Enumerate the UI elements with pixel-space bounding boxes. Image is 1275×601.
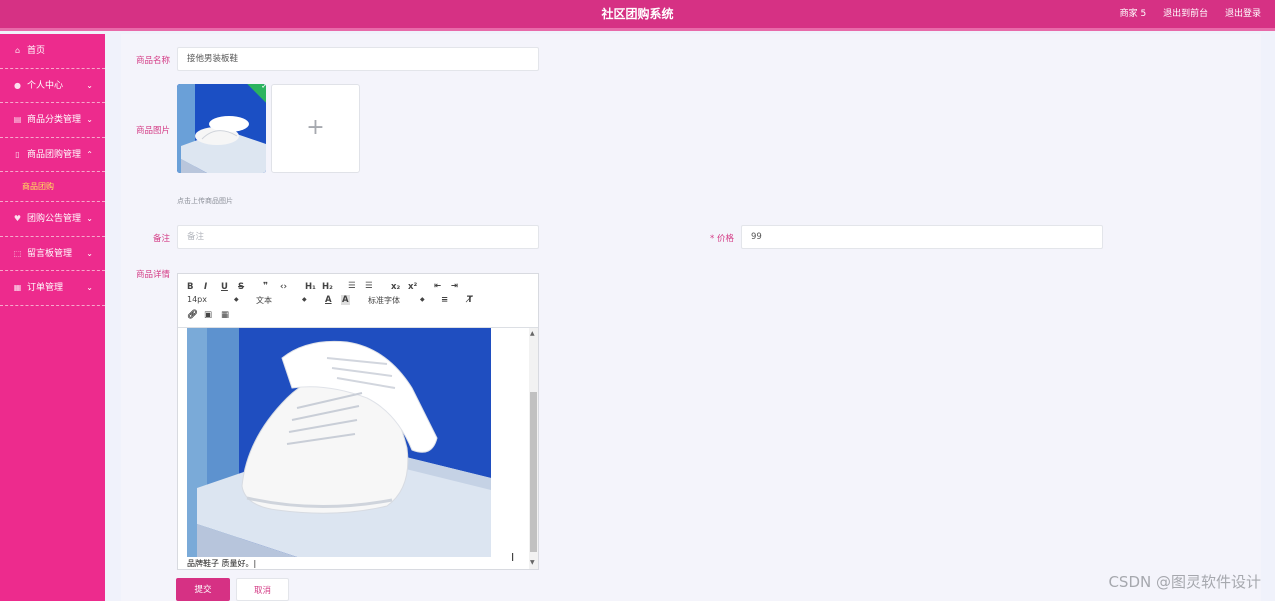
strike-icon[interactable]: S bbox=[238, 282, 244, 292]
font-size-value: 14px bbox=[187, 295, 207, 304]
shoe-thumb-image bbox=[177, 84, 266, 173]
block-type-select[interactable]: 文本 ◆ bbox=[256, 295, 310, 306]
sidebar-item-home[interactable]: ⌂ 首页 bbox=[0, 34, 105, 69]
sidebar-item-label: 团购公告管理 bbox=[27, 214, 82, 224]
italic-icon[interactable]: I bbox=[204, 282, 207, 292]
sidebar-item-order[interactable]: ▦ 订单管理 ⌄ bbox=[0, 271, 105, 306]
link-icon[interactable]: 🔗︎ bbox=[187, 310, 198, 320]
sidebar-item-goods[interactable]: ▯ 商品团购管理 ⌃ bbox=[0, 138, 105, 172]
editor-scrollbar[interactable]: ▲ ▼ bbox=[529, 328, 538, 569]
submit-button[interactable]: 提交 bbox=[176, 578, 230, 601]
cancel-button[interactable]: 取消 bbox=[236, 578, 289, 601]
editor-content[interactable]: 品牌鞋子 质量好。| I bbox=[178, 328, 530, 569]
sidebar-item-label: 个人中心 bbox=[27, 80, 64, 91]
editor-toolbar: B I U S ❞ ‹› H₁ H₂ ☰ ☰ x₂ x² ⇤ ⇥ 14px ◆ 文… bbox=[178, 274, 538, 328]
sidebar-item-category[interactable]: ▤ 商品分类管理 ⌄ bbox=[0, 103, 105, 138]
header-links: 商家 5 退出到前台 退出登录 bbox=[1106, 0, 1261, 29]
bold-icon[interactable]: B bbox=[187, 282, 193, 292]
clear-format-icon[interactable]: T̸ bbox=[467, 295, 473, 305]
blockquote-icon[interactable]: ❞ bbox=[263, 281, 268, 291]
front-link[interactable]: 退出到前台 bbox=[1163, 9, 1208, 19]
subscript-icon[interactable]: x₂ bbox=[391, 282, 400, 292]
chevron-down-icon: ⌄ bbox=[86, 115, 93, 124]
upload-button[interactable]: + bbox=[271, 84, 360, 173]
chevron-down-icon: ⌄ bbox=[86, 283, 93, 292]
scroll-up-icon[interactable]: ▲ bbox=[530, 330, 535, 337]
video-icon[interactable]: ▦ bbox=[221, 310, 229, 320]
product-image-thumb[interactable]: ✓ bbox=[177, 84, 266, 173]
user-icon: ● bbox=[14, 80, 21, 90]
image-icon[interactable]: ▣ bbox=[204, 310, 212, 320]
top-header: 社区团购系统 商家 5 退出到前台 退出登录 bbox=[0, 0, 1275, 31]
app-title: 社区团购系统 bbox=[601, 7, 674, 21]
sidebar-item-label: 商品团购管理 bbox=[27, 149, 82, 160]
remark-label: 备注 bbox=[152, 234, 170, 244]
outdent-icon[interactable]: ⇤ bbox=[434, 281, 441, 291]
font-size-select[interactable]: 14px ◆ bbox=[187, 295, 241, 304]
home-icon: ⌂ bbox=[14, 46, 21, 55]
watermark: CSDN @图灵软件设计 bbox=[1108, 573, 1261, 591]
chevron-down-icon: ⌄ bbox=[86, 248, 93, 258]
notice-icon: ♥ bbox=[13, 214, 22, 223]
price-input[interactable]: 99 bbox=[741, 225, 1103, 249]
image-label: 商品图片 bbox=[135, 126, 170, 136]
order-icon: ▦ bbox=[13, 283, 22, 292]
header2-icon[interactable]: H₂ bbox=[322, 282, 333, 292]
select-arrow-icon: ◆ bbox=[420, 296, 425, 303]
font-color-icon[interactable]: A bbox=[325, 295, 332, 305]
sidebar-item-label: 商品分类管理 bbox=[27, 115, 82, 125]
chevron-down-icon: ⌄ bbox=[86, 80, 93, 90]
font-family-value: 标准字体 bbox=[368, 296, 400, 305]
underline-icon[interactable]: U bbox=[221, 282, 228, 292]
indent-icon[interactable]: ⇥ bbox=[451, 281, 458, 291]
plus-icon: + bbox=[306, 115, 325, 140]
remark-input[interactable]: 备注 bbox=[177, 225, 539, 249]
code-icon[interactable]: ‹› bbox=[280, 282, 287, 292]
select-arrow-icon: ◆ bbox=[234, 296, 239, 303]
block-type-value: 文本 bbox=[256, 296, 272, 305]
bullet-list-icon[interactable]: ☰ bbox=[365, 281, 373, 291]
background-color-icon[interactable]: A bbox=[341, 295, 350, 305]
select-arrow-icon: ◆ bbox=[302, 296, 307, 303]
chevron-down-icon: ⌄ bbox=[86, 214, 93, 223]
text-cursor-icon: I bbox=[511, 551, 515, 564]
name-input[interactable]: 接他男装板鞋 bbox=[177, 47, 539, 71]
sidebar-item-label: 订单管理 bbox=[27, 283, 64, 293]
scroll-down-icon[interactable]: ▼ bbox=[530, 559, 535, 566]
sidebar-item-profile[interactable]: ● 个人中心 ⌄ bbox=[0, 69, 105, 103]
logout-link[interactable]: 退出登录 bbox=[1225, 9, 1261, 19]
align-icon[interactable]: ≡ bbox=[441, 295, 448, 305]
goods-icon: ▯ bbox=[15, 149, 20, 159]
price-label: * 价格 bbox=[710, 234, 734, 244]
message-icon: ⬚ bbox=[13, 248, 22, 258]
check-icon: ✓ bbox=[260, 84, 266, 91]
font-family-select[interactable]: 标准字体 ◆ bbox=[368, 295, 428, 306]
user-name: 商家 5 bbox=[1119, 9, 1147, 19]
scrollbar-thumb[interactable] bbox=[530, 392, 537, 552]
chevron-up-icon: ⌃ bbox=[86, 149, 93, 159]
shoe-detail-image bbox=[187, 328, 491, 557]
sidebar-item-label: 商品团购 bbox=[22, 182, 54, 191]
rich-text-editor[interactable]: B I U S ❞ ‹› H₁ H₂ ☰ ☰ x₂ x² ⇤ ⇥ 14px ◆ 文… bbox=[177, 273, 539, 570]
sidebar-item-message[interactable]: ⬚ 留言板管理 ⌄ bbox=[0, 237, 105, 271]
upload-hint: 点击上传商品图片 bbox=[177, 197, 233, 205]
sidebar-subitem-groupbuy[interactable]: 商品团购 bbox=[0, 172, 105, 202]
name-label: 商品名称 bbox=[135, 56, 170, 66]
sidebar-item-notice[interactable]: ♥ 团购公告管理 ⌄ bbox=[0, 202, 105, 237]
header1-icon[interactable]: H₁ bbox=[305, 282, 316, 292]
sidebar-item-label: 首页 bbox=[27, 46, 46, 56]
editor-text: 品牌鞋子 质量好。| bbox=[187, 559, 257, 568]
category-icon: ▤ bbox=[13, 115, 22, 124]
sidebar-item-label: 留言板管理 bbox=[27, 248, 73, 259]
ordered-list-icon[interactable]: ☰ bbox=[348, 281, 356, 291]
superscript-icon[interactable]: x² bbox=[408, 282, 417, 292]
detail-label: 商品详情 bbox=[135, 270, 170, 280]
sidebar: ⌂ 首页 ● 个人中心 ⌄ ▤ 商品分类管理 ⌄ ▯ 商品团购管理 ⌃ 商品团购 ♥ 团购… bbox=[0, 34, 105, 601]
